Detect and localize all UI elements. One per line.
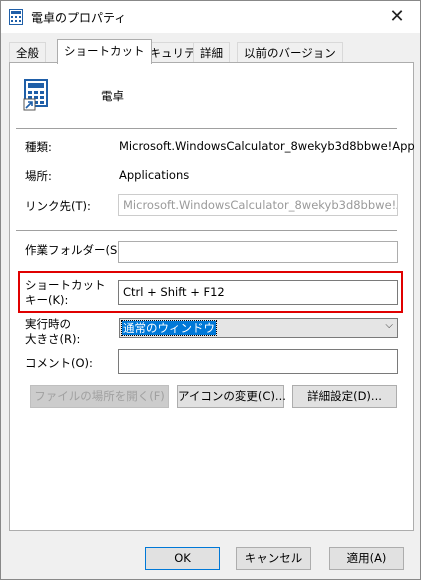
- comment-label: コメント(O):: [25, 356, 93, 370]
- ok-button[interactable]: OK: [145, 547, 220, 570]
- target-label: リンク先(T):: [25, 199, 91, 213]
- close-button[interactable]: ✕: [374, 1, 420, 33]
- chevron-down-icon: ⌵: [385, 320, 393, 331]
- tab-shortcut-label: ショートカット: [64, 44, 145, 58]
- window-title: 電卓のプロパティ: [31, 11, 127, 25]
- app-name: 電卓: [101, 89, 124, 103]
- run-size-selected-value: 通常のウィンドウ: [121, 320, 217, 336]
- separator: [16, 128, 397, 129]
- run-size-label-line2: 大きさ(R):: [25, 332, 81, 346]
- type-value: Microsoft.WindowsCalculator_8wekyb3d8bbw…: [119, 139, 415, 153]
- tab-shortcut[interactable]: ショートカット: [57, 39, 152, 64]
- location-value: Applications: [119, 168, 190, 182]
- workdir-label: 作業フォルダー(S):: [25, 243, 126, 257]
- target-field[interactable]: Microsoft.WindowsCalculator_8wekyb3d8bbw…: [118, 194, 398, 216]
- shortcut-key-label-line1: ショートカット: [25, 278, 106, 292]
- tab-general-label: 全般: [16, 46, 39, 60]
- close-icon: ✕: [389, 6, 405, 27]
- run-size-select[interactable]: 通常のウィンドウ ⌵: [119, 318, 398, 338]
- tab-details-label: 詳細: [200, 46, 223, 60]
- workdir-field[interactable]: [118, 241, 398, 263]
- comment-field[interactable]: [118, 349, 398, 374]
- cancel-button[interactable]: キャンセル: [236, 547, 311, 570]
- tab-details[interactable]: 詳細: [193, 42, 230, 63]
- apply-button[interactable]: 適用(A): [329, 547, 404, 570]
- location-label: 場所:: [25, 169, 52, 183]
- calculator-icon: [9, 9, 23, 25]
- shortcut-key-field[interactable]: Ctrl + Shift + F12: [118, 280, 398, 305]
- advanced-button[interactable]: 詳細設定(D)...: [292, 385, 397, 408]
- separator: [16, 230, 397, 231]
- open-file-location-button[interactable]: ファイルの場所を開く(F): [30, 385, 169, 408]
- properties-dialog: 電卓のプロパティ ✕ 全般 ショートカット セキュリティ 詳細 以前のバージョン…: [0, 0, 421, 580]
- run-size-label-line1: 実行時の: [25, 317, 71, 331]
- tab-previous-versions[interactable]: 以前のバージョン: [237, 42, 343, 63]
- tab-previous-versions-label: 以前のバージョン: [244, 46, 336, 60]
- change-icon-button[interactable]: アイコンの変更(C)...: [177, 385, 286, 408]
- calculator-icon: [23, 79, 48, 111]
- title-bar: 電卓のプロパティ ✕: [1, 1, 420, 33]
- type-label: 種類:: [25, 140, 52, 154]
- shortcut-key-label-line2: キー(K):: [25, 293, 69, 307]
- tab-general[interactable]: 全般: [9, 42, 46, 63]
